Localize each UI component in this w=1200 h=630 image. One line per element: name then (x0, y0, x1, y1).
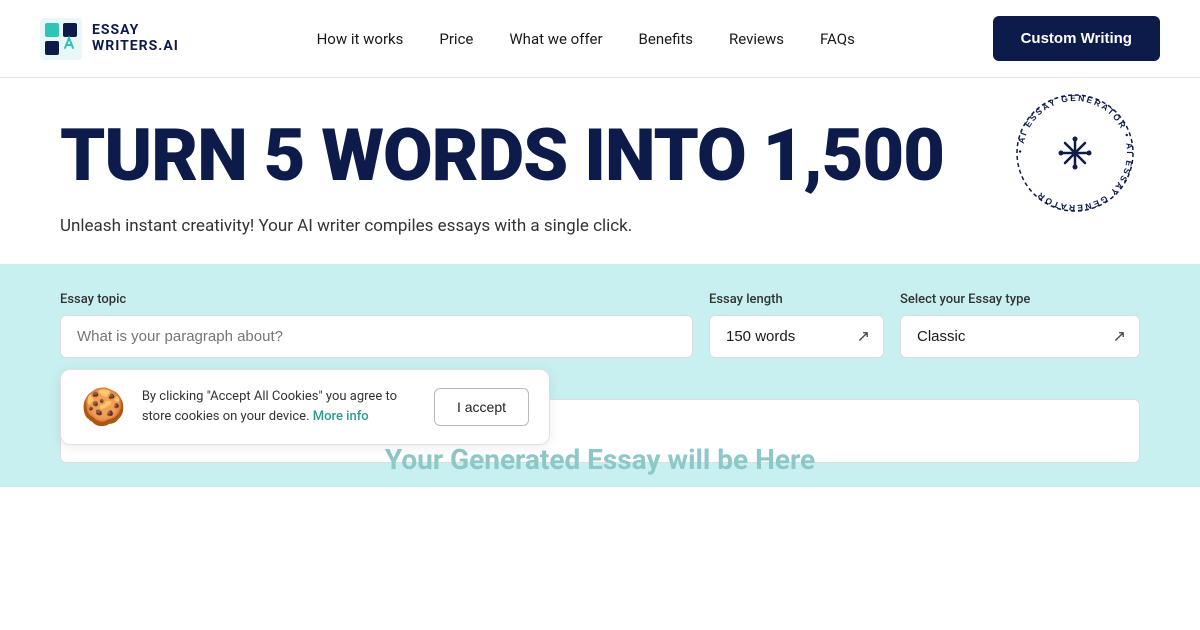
form-row: Essay topic Essay length 150 words 300 w… (60, 292, 1140, 358)
essay-length-group: Essay length 150 words 300 words 500 wor… (709, 292, 884, 358)
nav-what-we-offer[interactable]: What we offer (509, 30, 602, 48)
hero-subtitle: Unleash instant creativity! Your AI writ… (60, 216, 1140, 236)
nav-faqs[interactable]: FAQs (820, 30, 855, 48)
badge-icon (1059, 137, 1092, 170)
cookie-banner: 🍪 By clicking "Accept All Cookies" you a… (60, 369, 550, 445)
cookie-accept-button[interactable]: I accept (434, 388, 529, 426)
cookie-more-info-link[interactable]: More info (313, 409, 369, 424)
nav-links: How it works Price What we offer Benefit… (317, 29, 855, 48)
logo-line2: WRITERS.AI (92, 39, 179, 54)
logo-text: ESSAY WRITERS.AI (92, 23, 179, 54)
main-content: TURN 5 WORDS INTO 1,500 Unleash instant … (0, 78, 1200, 487)
nav-price[interactable]: Price (439, 30, 473, 48)
cookie-text: By clicking "Accept All Cookies" you agr… (142, 387, 418, 426)
nav-how-it-works[interactable]: How it works (317, 30, 404, 48)
logo: ESSAY WRITERS.AI (40, 18, 179, 60)
type-select-wrapper: Classic Argumentative Descriptive Narrat… (900, 315, 1140, 358)
cookie-icon: 🍪 (81, 386, 126, 428)
custom-writing-button[interactable]: Custom Writing (993, 16, 1160, 61)
nav-reviews[interactable]: Reviews (729, 30, 784, 48)
type-select[interactable]: Classic Argumentative Descriptive Narrat… (900, 315, 1140, 358)
logo-icon (40, 18, 82, 60)
type-label: Select your Essay type (900, 292, 1140, 307)
badge-svg: • AI ESSAY GENERATOR • AI ESSAY GENERATO… (1010, 88, 1140, 218)
topic-input[interactable] (60, 315, 693, 358)
essay-topic-group: Essay topic (60, 292, 693, 358)
nav-benefits[interactable]: Benefits (639, 30, 694, 48)
logo-line1: ESSAY (92, 23, 179, 38)
navbar: ESSAY WRITERS.AI How it works Price What… (0, 0, 1200, 78)
essay-type-group: Select your Essay type Classic Argumenta… (900, 292, 1140, 358)
length-select-wrapper: 150 words 300 words 500 words 750 words … (709, 315, 884, 358)
hero-title: TURN 5 WORDS INTO 1,500 (60, 118, 1010, 194)
length-select[interactable]: 150 words 300 words 500 words 750 words … (709, 315, 884, 358)
length-label: Essay length (709, 292, 884, 307)
badge-circle: • AI ESSAY GENERATOR • AI ESSAY GENERATO… (1010, 88, 1140, 218)
hero-section: TURN 5 WORDS INTO 1,500 Unleash instant … (0, 78, 1200, 236)
topic-label: Essay topic (60, 292, 693, 307)
